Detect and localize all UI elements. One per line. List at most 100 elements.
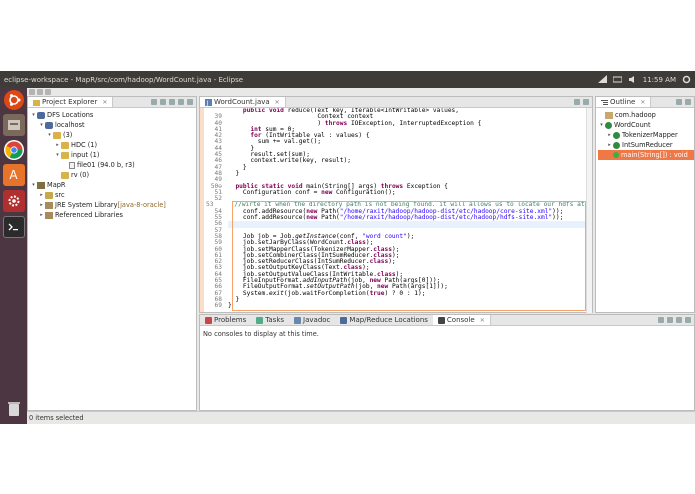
ubuntu-dash-icon[interactable] <box>3 90 24 110</box>
java-file-icon: J <box>205 98 212 107</box>
minimize-icon[interactable] <box>676 99 682 105</box>
project-tree-item-label: file01 (94.0 b, r3) <box>77 161 135 169</box>
tab-tasks[interactable]: Tasks <box>251 315 289 325</box>
bottom-tab-label: Problems <box>214 316 247 324</box>
outline-icon <box>601 99 608 106</box>
code-area[interactable]: public void reduce(Text key, Iterable<In… <box>200 108 592 313</box>
tab-project-explorer[interactable]: Project Explorer ✕ <box>28 97 114 107</box>
outline-tree-item[interactable]: ▾ WordCount <box>598 120 694 130</box>
expanded-arrow-icon[interactable]: ▾ <box>30 182 37 188</box>
outline-tree-item-label: IntSumReducer <box>622 141 673 149</box>
expanded-arrow-icon[interactable]: ▾ <box>54 152 61 158</box>
display-console-icon[interactable] <box>658 317 664 323</box>
main-toolbar <box>27 88 695 96</box>
project-explorer-tools <box>151 99 193 105</box>
project-tree-item-label: rv (0) <box>71 171 90 179</box>
project-tree-item[interactable]: ▾ input (1) <box>30 150 196 160</box>
project-tree-item[interactable]: ▾ localhost <box>30 120 196 130</box>
new-icon[interactable] <box>29 89 35 95</box>
outline-tree: com.hadoop ▾ WordCount ▸ TokenizerMapper ▸ Int… <box>596 108 694 160</box>
close-icon[interactable]: ✕ <box>275 99 280 106</box>
expanded-arrow-icon[interactable]: ▾ <box>30 112 37 118</box>
project-explorer-label: Project Explorer <box>42 98 98 106</box>
project-tree: ▾ DFS Locations ▾ localhost ▾ (3) ▸ HDC (1) ▾ inp… <box>28 108 196 220</box>
project-tree-item[interactable]: ▸ src <box>30 190 196 200</box>
collapse-all-icon[interactable] <box>151 99 157 105</box>
minimize-icon[interactable] <box>574 99 580 105</box>
network-icon[interactable] <box>597 75 607 84</box>
collapsed-arrow-icon[interactable]: ▸ <box>38 192 45 198</box>
project-tree-item[interactable]: ▾ DFS Locations <box>30 110 196 120</box>
terminal-icon[interactable] <box>2 216 25 238</box>
library-tag: [java-8-oracle] <box>117 201 166 209</box>
files-icon[interactable] <box>2 114 25 136</box>
outline-tree-item-label: main(String[]) : void <box>621 151 688 159</box>
collapsed-arrow-icon[interactable]: ▸ <box>38 212 45 218</box>
console-tools <box>658 317 691 323</box>
close-icon[interactable]: ✕ <box>480 317 485 324</box>
project-tree-item-label: (3) <box>63 131 73 139</box>
minimize-icon[interactable] <box>178 99 184 105</box>
maximize-icon[interactable] <box>583 99 589 105</box>
bottom-tab-label: Map/Reduce Locations <box>349 316 428 324</box>
project-tree-item-label: MapR <box>47 181 66 189</box>
collapsed-arrow-icon[interactable]: ▸ <box>54 142 61 148</box>
class-icon <box>613 131 620 139</box>
outline-tree-item[interactable]: com.hadoop <box>598 110 694 120</box>
clock[interactable]: 11:59 AM <box>643 76 676 84</box>
trash-icon[interactable] <box>3 398 25 420</box>
tab-javadoc[interactable]: Javadoc <box>289 315 335 325</box>
tab-outline[interactable]: Outline ✕ <box>596 97 652 107</box>
volume-icon[interactable] <box>628 75 637 84</box>
project-tree-item[interactable]: ▾ MapR <box>30 180 196 190</box>
minimize-icon[interactable] <box>676 317 682 323</box>
project-tree-item[interactable]: rv (0) <box>30 170 196 180</box>
keyboard-icon[interactable] <box>612 75 623 84</box>
project-tree-item[interactable]: ▸ JRE System Library [java-8-oracle] <box>30 200 196 210</box>
outline-tree-item[interactable]: ▸ TokenizerMapper <box>598 130 694 140</box>
top-panel: eclipse-workspace - MapR/src/com/hadoop/… <box>0 71 695 88</box>
close-icon[interactable]: ✕ <box>640 99 645 106</box>
collapsed-arrow-icon[interactable]: ▸ <box>606 132 613 138</box>
expanded-arrow-icon[interactable]: ▾ <box>38 122 45 128</box>
project-tree-item[interactable]: file01 (94.0 b, r3) <box>30 160 196 170</box>
project-tree-item-label: src <box>55 191 65 199</box>
console-icon <box>437 316 445 324</box>
system-settings-icon[interactable] <box>2 190 25 212</box>
power-gear-icon[interactable] <box>682 75 691 84</box>
open-console-icon[interactable] <box>667 317 673 323</box>
tab-console[interactable]: Console ✕ <box>432 315 491 325</box>
folder-icon <box>53 131 61 139</box>
project-icon <box>37 181 45 189</box>
chrome-icon[interactable] <box>3 140 24 160</box>
link-with-editor-icon[interactable] <box>160 99 166 105</box>
outline-tree-item[interactable]: main(String[]) : void <box>598 150 694 160</box>
close-icon[interactable]: ✕ <box>102 99 107 106</box>
save-icon[interactable] <box>37 89 43 95</box>
class-icon <box>605 121 612 129</box>
outline-tree-item[interactable]: ▸ IntSumReducer <box>598 140 694 150</box>
project-tree-item[interactable]: ▾ (3) <box>30 130 196 140</box>
maximize-icon[interactable] <box>187 99 193 105</box>
print-icon[interactable] <box>45 89 51 95</box>
outline-tree-item-label: com.hadoop <box>615 111 656 119</box>
class-icon <box>613 141 620 149</box>
maximize-icon[interactable] <box>685 317 691 323</box>
bottom-tab-label: Javadoc <box>303 316 331 324</box>
expanded-arrow-icon[interactable]: ▾ <box>46 132 53 138</box>
tab-problems[interactable]: Problems <box>200 315 251 325</box>
expanded-arrow-icon[interactable]: ▾ <box>598 122 605 128</box>
collapsed-arrow-icon[interactable]: ▸ <box>38 202 45 208</box>
amplifier-icon[interactable]: A <box>2 164 25 186</box>
tab-map-reduce-locations[interactable]: Map/Reduce Locations <box>335 315 433 325</box>
project-tree-item[interactable]: ▸ HDC (1) <box>30 140 196 150</box>
svg-text:J: J <box>206 100 209 106</box>
folder-icon <box>61 151 69 159</box>
code-line[interactable]: 69} <box>200 302 592 309</box>
project-tree-item[interactable]: ▸ Referenced Libraries <box>30 210 196 220</box>
editor-scrollbar[interactable] <box>586 108 592 313</box>
collapsed-arrow-icon[interactable]: ▸ <box>606 142 613 148</box>
maximize-icon[interactable] <box>685 99 691 105</box>
tab-wordcount-java[interactable]: J WordCount.java ✕ <box>200 97 286 107</box>
view-menu-icon[interactable] <box>169 99 175 105</box>
